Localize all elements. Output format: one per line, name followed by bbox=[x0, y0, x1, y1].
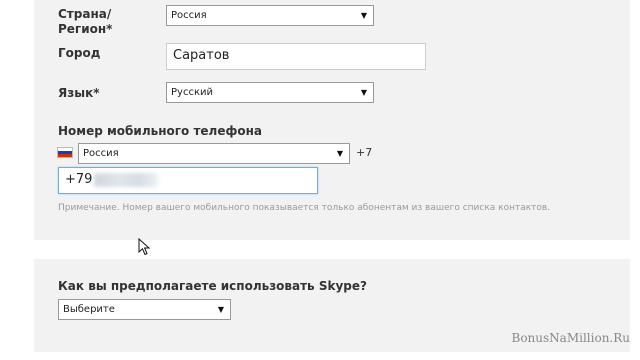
country-select-value: Россия bbox=[171, 10, 207, 21]
country-region-label-line2: Регион* bbox=[58, 22, 113, 36]
chevron-down-icon: ▼ bbox=[336, 149, 343, 158]
city-label: Город bbox=[58, 46, 101, 60]
city-input-value: Саратов bbox=[173, 48, 230, 63]
country-region-label: Страна/ Регион* bbox=[58, 7, 112, 37]
russia-flag-icon bbox=[57, 147, 73, 158]
watermark: BonusNaMillion.Ru bbox=[511, 331, 630, 345]
city-input[interactable]: Саратов bbox=[166, 43, 426, 70]
language-select-value: Русский bbox=[171, 87, 213, 98]
country-select[interactable]: Россия ▼ bbox=[166, 5, 374, 26]
phone-country-select-value: Россия bbox=[83, 148, 119, 159]
phone-number-input[interactable]: +79 bbox=[58, 167, 318, 194]
blurred-phone-digits bbox=[94, 172, 159, 187]
chevron-down-icon: ▼ bbox=[360, 11, 367, 20]
chevron-down-icon: ▼ bbox=[360, 88, 367, 97]
phone-country-select[interactable]: Россия ▼ bbox=[78, 143, 350, 164]
mouse-cursor-icon bbox=[138, 238, 151, 256]
language-label: Язык* bbox=[58, 86, 100, 100]
phone-number-value: +79 bbox=[65, 172, 93, 187]
chevron-down-icon: ▼ bbox=[217, 305, 224, 314]
country-region-label-line1: Страна/ bbox=[58, 7, 112, 21]
phone-note: Примечание. Номер вашего мобильного пока… bbox=[58, 203, 551, 213]
language-select[interactable]: Русский ▼ bbox=[166, 82, 374, 103]
phone-country-code: +7 bbox=[356, 146, 373, 159]
skype-usage-label: Как вы предполагаете использовать Skype? bbox=[58, 279, 367, 293]
mobile-phone-label: Номер мобильного телефона bbox=[58, 124, 263, 138]
skype-usage-select[interactable]: Выберите ▼ bbox=[58, 299, 231, 320]
skype-usage-select-value: Выберите bbox=[63, 304, 115, 315]
